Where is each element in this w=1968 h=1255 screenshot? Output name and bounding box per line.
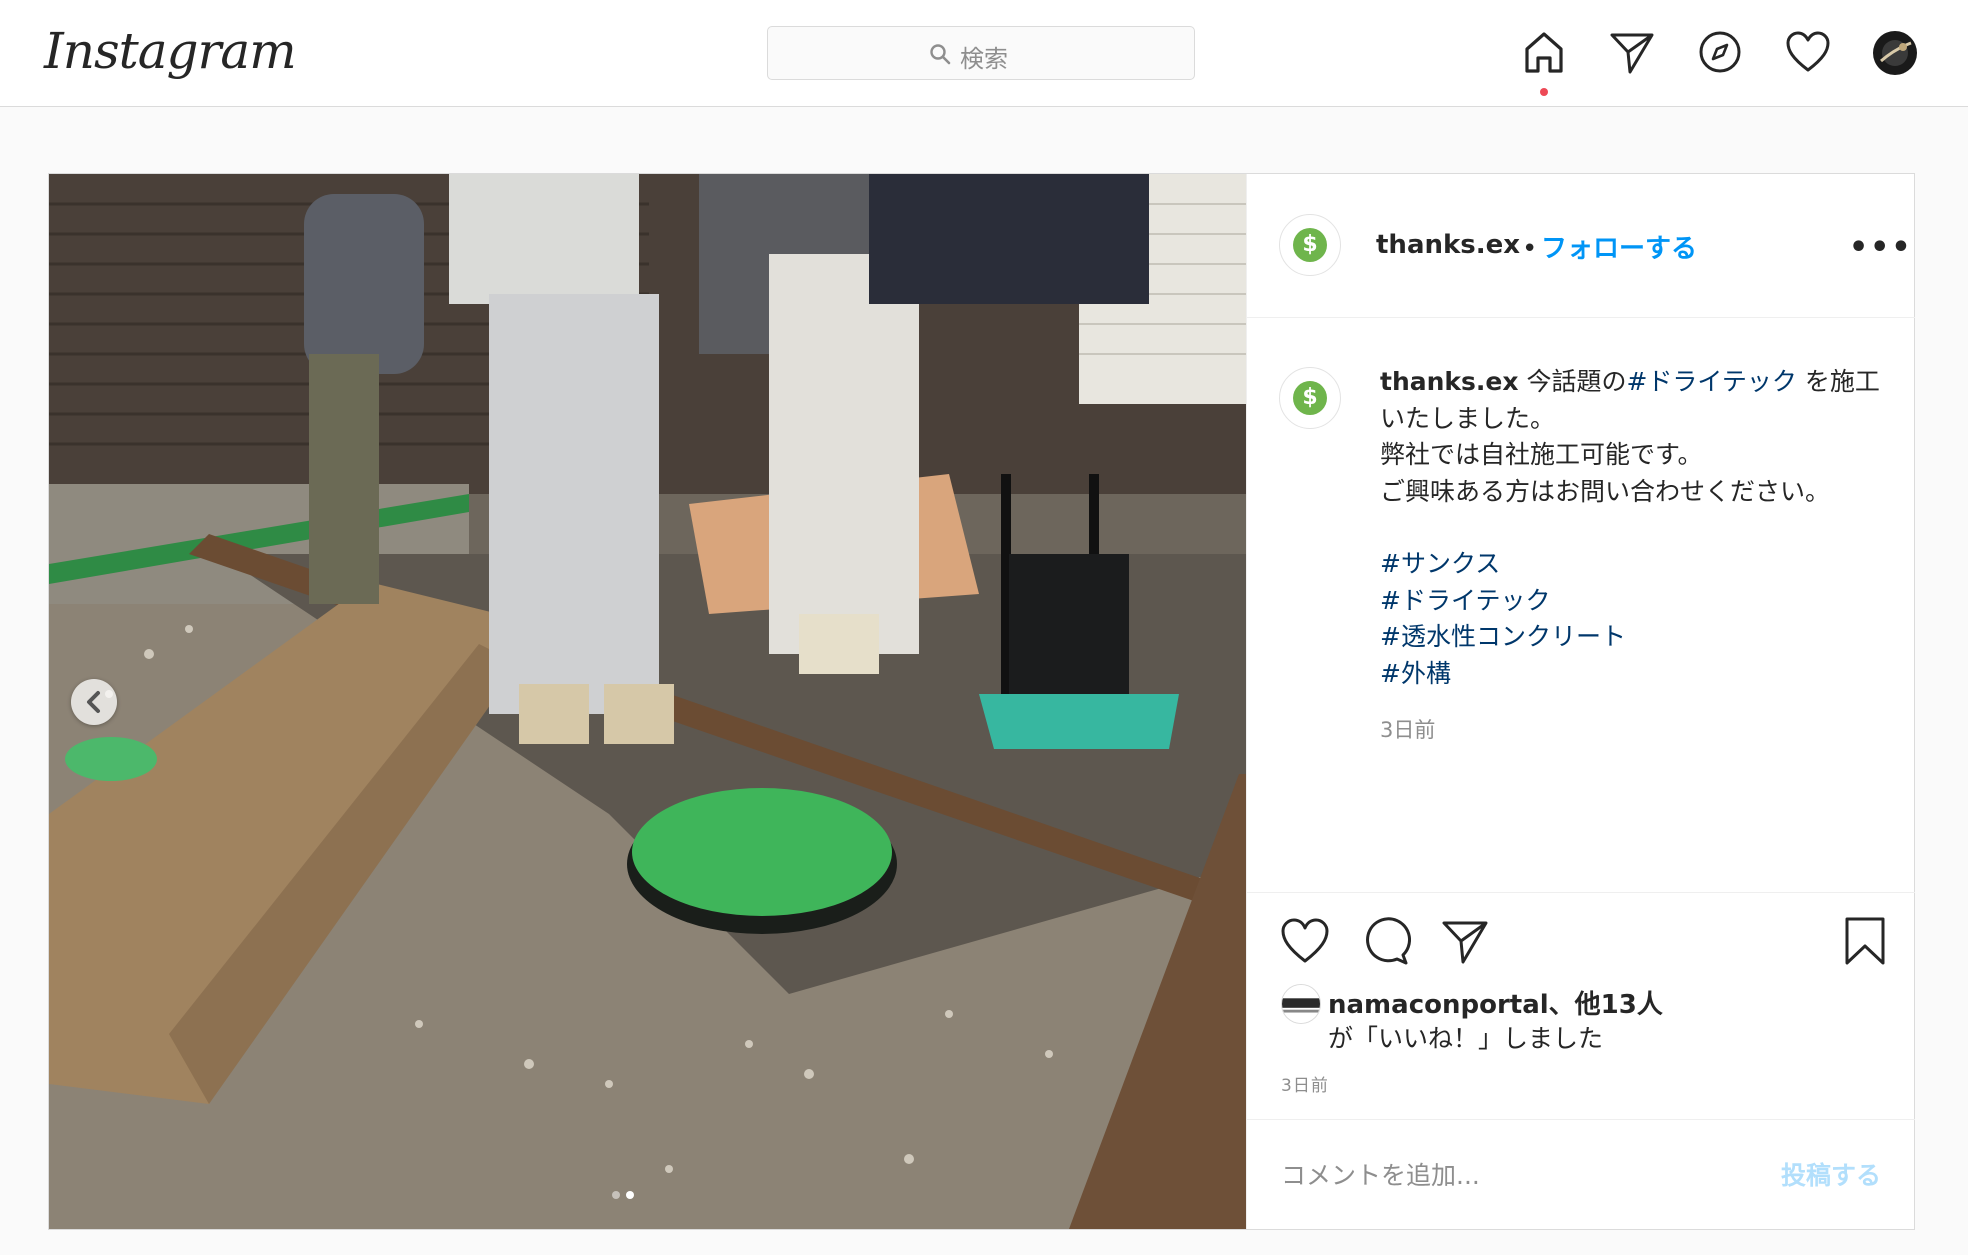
hashtag-link[interactable]: #ドライテック [1380, 583, 1890, 620]
follow-button[interactable]: フォローする [1541, 228, 1697, 265]
caption-username[interactable]: thanks.ex [1380, 367, 1519, 396]
carousel-prev-button[interactable] [71, 679, 117, 725]
notification-dot [1540, 88, 1548, 96]
hashtag-link[interactable]: #サンクス [1380, 546, 1890, 583]
profile-avatar[interactable] [1873, 31, 1917, 75]
post-timestamp[interactable]: 3日前 [1281, 1071, 1329, 1096]
caption-text: 今話題の [1526, 367, 1627, 396]
comment-bubble-icon[interactable] [1359, 915, 1411, 967]
post-caption: thanks.ex 今話題の#ドライテック を施工 いたしました。 弊社では自社… [1380, 364, 1890, 692]
caption-hashtag-link[interactable]: #ドライテック [1626, 367, 1796, 396]
explore-icon[interactable] [1696, 28, 1744, 76]
carousel-dot-active [626, 1191, 634, 1199]
post-header: $ thanks.ex • フォローする ••• [1247, 174, 1915, 318]
comment-input[interactable]: コメントを追加... [1281, 1156, 1480, 1192]
likes-summary-link[interactable]: namaconportal、他13人 [1328, 984, 1663, 1021]
action-bar-divider [1247, 892, 1915, 893]
caption-line: ご興味ある方はお問い合わせください。 [1380, 476, 1831, 506]
search-input[interactable]: 検索 [767, 26, 1195, 80]
caption-author-avatar[interactable]: $ [1279, 367, 1341, 429]
carousel-dot [612, 1191, 620, 1199]
caption-line: 弊社では自社施工可能です。 [1380, 440, 1703, 469]
caption-text: を施工 [1796, 367, 1880, 396]
activity-heart-icon[interactable] [1784, 28, 1832, 76]
carousel-indicators [609, 1184, 689, 1199]
thanks-logo-icon: $ [1293, 381, 1327, 415]
comment-bar: コメントを追加... 投稿する [1247, 1119, 1915, 1230]
instagram-logo[interactable]: Instagram [44, 22, 297, 80]
search-icon [930, 44, 951, 65]
hashtag-link[interactable]: #外構 [1380, 656, 1890, 693]
hashtag-link[interactable]: #透水性コンクリート [1380, 619, 1890, 656]
top-navigation-bar: Instagram 検索 [0, 0, 1968, 107]
caption-timestamp: 3日前 [1380, 718, 1436, 742]
separator-dot: • [1522, 234, 1538, 264]
post-comment-button[interactable]: 投稿する [1781, 1156, 1881, 1192]
direct-message-icon[interactable] [1608, 28, 1656, 76]
liker-avatar[interactable] [1281, 984, 1321, 1024]
post-photo[interactable] [49, 174, 1246, 1229]
caption-line: いたしました。 [1380, 403, 1556, 433]
likes-summary-text: が「いいね！」しました [1328, 1024, 1604, 1053]
author-avatar[interactable]: $ [1279, 214, 1341, 276]
like-heart-icon[interactable] [1279, 915, 1331, 967]
search-placeholder: 検索 [960, 45, 1008, 73]
post-card: $ thanks.ex • フォローする ••• $ thanks.ex 今話題… [48, 173, 1915, 1230]
post-side-panel: $ thanks.ex • フォローする ••• $ thanks.ex 今話題… [1246, 174, 1915, 1229]
author-username[interactable]: thanks.ex [1376, 230, 1520, 260]
thanks-logo-icon: $ [1293, 228, 1327, 262]
more-options-icon[interactable]: ••• [1849, 230, 1913, 265]
share-icon[interactable] [1439, 915, 1491, 967]
home-icon[interactable] [1520, 28, 1568, 76]
save-bookmark-icon[interactable] [1839, 915, 1891, 967]
